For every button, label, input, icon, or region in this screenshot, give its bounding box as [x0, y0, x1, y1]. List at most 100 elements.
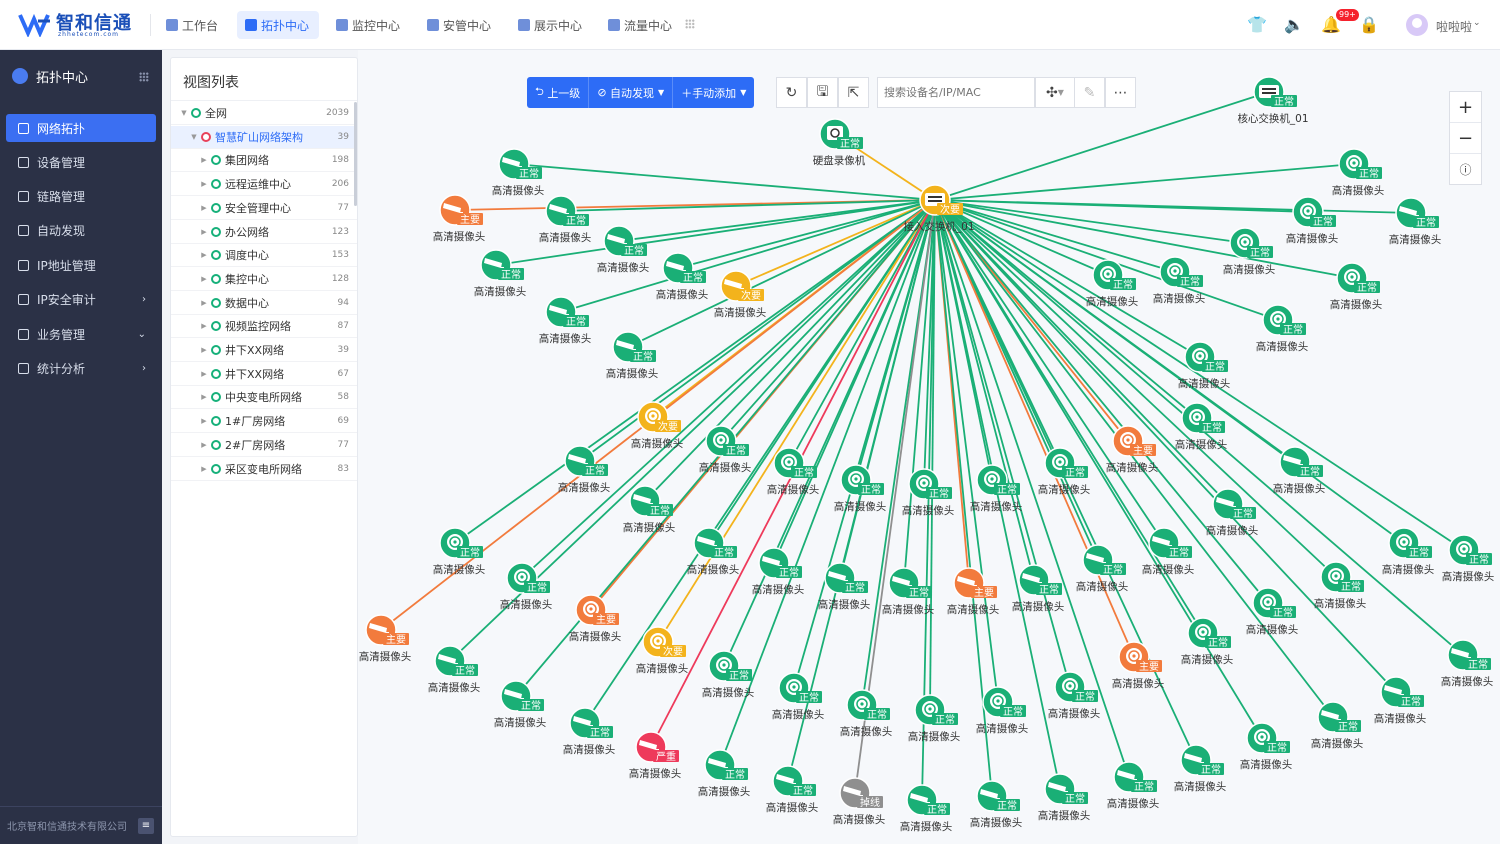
tab-display[interactable]: 展示中心	[510, 11, 592, 39]
camera-node[interactable]: 正常高清摄像头	[970, 464, 1023, 513]
camera-node[interactable]: 主要高清摄像头	[569, 594, 622, 643]
camera-node[interactable]: 正常高清摄像头	[1223, 227, 1276, 276]
camera-node[interactable]: 正常高清摄像头	[1038, 773, 1091, 822]
sidebar-item-network[interactable]: 网络拓扑	[6, 114, 156, 142]
camera-node[interactable]: 正常高清摄像头	[702, 650, 755, 699]
tab-monitor[interactable]: 监控中心	[328, 11, 410, 39]
caret-icon[interactable]: ▼	[189, 133, 199, 141]
grid-icon[interactable]	[139, 72, 149, 82]
link-line[interactable]	[560, 199, 936, 212]
camera-node[interactable]: 正常高清摄像头	[687, 527, 740, 576]
camera-node[interactable]: 正常高清摄像头	[1256, 304, 1309, 353]
shirt-icon[interactable]: 👕	[1247, 15, 1267, 35]
camera-node[interactable]: 正常高清摄像头	[1441, 639, 1494, 688]
camera-node[interactable]: 正常高清摄像头	[428, 645, 481, 694]
camera-node[interactable]: 正常高清摄像头	[563, 707, 616, 756]
camera-node[interactable]: 掉线高清摄像头	[833, 777, 886, 826]
camera-node[interactable]: 主要高清摄像头	[1112, 641, 1165, 690]
camera-node[interactable]: 正常高清摄像头	[1332, 148, 1385, 197]
sidebar-item-discover[interactable]: 自动发现	[6, 216, 156, 244]
camera-node[interactable]: 正常高清摄像头	[1048, 671, 1101, 720]
camera-node[interactable]: 正常高清摄像头	[1153, 256, 1206, 305]
camera-node[interactable]: 严重高清摄像头	[629, 731, 682, 780]
caret-icon[interactable]: ▶	[199, 322, 209, 330]
link-line[interactable]	[934, 199, 1337, 578]
search-input[interactable]	[877, 77, 1035, 108]
link-line[interactable]	[934, 91, 1270, 201]
tree-item[interactable]: ▼ 智慧矿山网络架构 39	[171, 125, 357, 149]
camera-node[interactable]: 正常高清摄像头	[1273, 446, 1326, 495]
caret-icon[interactable]: ▶	[199, 346, 209, 354]
caret-icon[interactable]: ▶	[199, 299, 209, 307]
caret-icon[interactable]: ▶	[199, 370, 209, 378]
tab-security[interactable]: 安管中心	[419, 11, 501, 39]
tree-item[interactable]: ▶ 安全管理中心 77	[171, 197, 357, 220]
tab-traffic[interactable]: 流量中心	[600, 11, 682, 39]
tree-item[interactable]: ▶ 数据中心 94	[171, 292, 357, 315]
tree-item[interactable]: ▶ 井下XX网络 39	[171, 339, 357, 362]
recorder-node[interactable]: 正常硬盘录像机	[813, 118, 866, 167]
tree-item[interactable]: ▶ 1#厂房网络 69	[171, 410, 357, 434]
camera-node[interactable]: 正常高清摄像头	[494, 680, 547, 729]
camera-node[interactable]: 正常高清摄像头	[1086, 259, 1139, 308]
camera-node[interactable]: 正常高清摄像头	[900, 784, 953, 833]
export-button[interactable]: ⇱	[838, 77, 869, 108]
link-line[interactable]	[584, 199, 936, 724]
camera-node[interactable]: 正常高清摄像头	[1107, 761, 1160, 810]
camera-node[interactable]: 正常高清摄像头	[1240, 722, 1293, 771]
sidebar-item-ip[interactable]: IP地址管理	[6, 251, 156, 279]
link-line[interactable]	[934, 163, 1355, 201]
camera-node[interactable]: 正常高清摄像头	[623, 485, 676, 534]
tree-item[interactable]: ▶ 远程运维中心 206	[171, 173, 357, 197]
caret-icon[interactable]: ▶	[199, 441, 209, 449]
camera-node[interactable]: 正常高清摄像头	[840, 689, 893, 738]
caret-icon[interactable]: ▶	[199, 156, 209, 164]
tab-topology[interactable]: 拓扑中心	[237, 11, 320, 39]
tree-item[interactable]: ▶ 采区变电所网络 83	[171, 458, 357, 481]
camera-node[interactable]: 正常高清摄像头	[818, 562, 871, 611]
sidebar-item-business[interactable]: 业务管理 ⌄	[6, 320, 156, 348]
chevron-down-icon[interactable]: ⌄	[1473, 18, 1481, 28]
camera-node[interactable]: 正常高清摄像头	[970, 780, 1023, 829]
tree-item[interactable]: ▶ 办公网络 123	[171, 221, 357, 244]
camera-node[interactable]: 主要高清摄像头	[947, 567, 1000, 616]
caret-icon[interactable]: ▶	[199, 180, 209, 188]
camera-node[interactable]: 正常高清摄像头	[698, 749, 751, 798]
topology-canvas[interactable]: 正常 高清摄像头 主要 高清摄像头 正常 高清摄像头 正常 高清摄像头 正常 高清摄像头 正常 高清摄…	[358, 50, 1500, 844]
refresh-button[interactable]: ↻	[776, 77, 807, 108]
camera-node[interactable]: 正常高清摄像头	[1286, 196, 1339, 245]
sidebar-item-stats[interactable]: 统计分析 ›	[6, 354, 156, 382]
camera-node[interactable]: 正常高清摄像头	[1374, 676, 1427, 725]
camera-node[interactable]: 正常高清摄像头	[772, 672, 825, 721]
link-line[interactable]	[934, 199, 1229, 505]
link-line[interactable]	[719, 199, 936, 766]
tree-item[interactable]: ▼ 全网 2039	[171, 102, 357, 125]
camera-node[interactable]: 正常高清摄像头	[474, 249, 527, 298]
camera-node[interactable]: 正常高清摄像头	[752, 547, 805, 596]
camera-node[interactable]: 正常高清摄像头	[1012, 564, 1065, 613]
camera-node[interactable]: 正常高清摄像头	[1389, 197, 1442, 246]
camera-node[interactable]: 正常高清摄像头	[539, 296, 592, 345]
camera-node[interactable]: 次要高清摄像头	[631, 401, 684, 450]
camera-node[interactable]: 正常高清摄像头	[908, 694, 961, 743]
camera-node[interactable]: 正常高清摄像头	[606, 331, 659, 380]
camera-node[interactable]: 正常高清摄像头	[656, 252, 709, 301]
camera-node[interactable]: 正常高清摄像头	[766, 765, 819, 814]
camera-node[interactable]: 正常高清摄像头	[597, 225, 650, 274]
tree-item[interactable]: ▶ 视频监控网络 87	[171, 315, 357, 339]
sidebar-item-device[interactable]: 设备管理	[6, 148, 156, 176]
link-line[interactable]	[934, 199, 1176, 273]
topology-graph[interactable]: 正常高清摄像头主要高清摄像头正常高清摄像头正常高清摄像头正常高清摄像头正常高清摄…	[358, 50, 1500, 844]
camera-node[interactable]: 正常高清摄像头	[1442, 534, 1495, 583]
camera-node[interactable]: 正常高清摄像头	[1311, 701, 1364, 750]
core-switch-node[interactable]: 正常核心交换机_01	[1237, 76, 1309, 125]
camera-node[interactable]: 正常高清摄像头	[1181, 617, 1234, 666]
caret-icon[interactable]: ▶	[199, 228, 209, 236]
apps-grid-icon[interactable]	[685, 19, 695, 29]
sidebar-item-audit[interactable]: IP安全审计 ›	[6, 285, 156, 313]
caret-icon[interactable]: ▶	[199, 204, 209, 212]
camera-node[interactable]: 正常高清摄像头	[834, 464, 887, 513]
link-line[interactable]	[934, 199, 1334, 718]
camera-node[interactable]: 正常高清摄像头	[433, 527, 486, 576]
camera-node[interactable]: 主要高清摄像头	[433, 194, 486, 243]
